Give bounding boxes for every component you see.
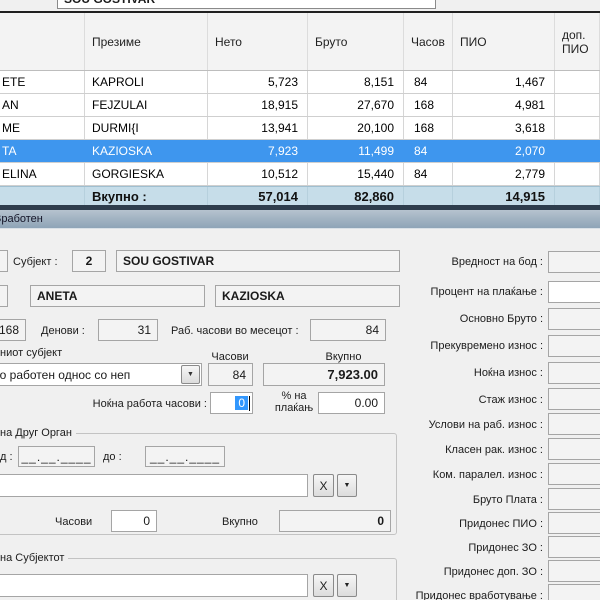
relation-combobox-value: нато во работен однос со неп: [0, 368, 180, 382]
chevron-down-icon[interactable]: ▼: [181, 365, 200, 384]
rp-label-klasen: Класен рак. износ :: [373, 444, 543, 456]
rp-field-pridones-dop-zo[interactable]: [548, 560, 600, 582]
rp-field-osnovno-bruto[interactable]: [548, 308, 600, 330]
rp-label-pridones-vrabotuvanje: Придонес вработување :: [373, 590, 543, 600]
subject-name-field[interactable]: SOU GOSTIVAR: [116, 250, 400, 272]
rp-field-procent[interactable]: [548, 281, 600, 303]
month-hours-label: Раб. часови во месецот :: [171, 325, 299, 337]
days-field[interactable]: 31: [98, 319, 158, 341]
date-from-label: д :: [0, 451, 13, 463]
relation-combobox[interactable]: нато во работен однос со неп ▼: [0, 363, 202, 386]
date-to-label: до :: [103, 451, 122, 463]
table-row-selected[interactable]: TA KAZIOSKA 7,923 11,499 84 2,070: [0, 140, 600, 163]
clear-x-button[interactable]: X: [313, 474, 334, 497]
table-row[interactable]: ETE KAPROLI 5,723 8,151 84 1,467: [0, 71, 600, 94]
rp-label-staz: Стаж износ :: [373, 394, 543, 406]
rp-field-staz[interactable]: [548, 388, 600, 410]
rp-field-nokna[interactable]: [548, 362, 600, 384]
date-from-input[interactable]: __.__.____: [18, 446, 95, 467]
payroll-app-window: субјект : SOU GOSTIVAR Презиме Нето Брут…: [0, 0, 600, 600]
rp-label-prekuvremeno: Прекувремено износ :: [373, 340, 543, 352]
rp-field-bod[interactable]: [548, 251, 600, 273]
totals-bruto: 82,860: [308, 187, 404, 206]
subject-combobox[interactable]: [0, 574, 308, 597]
rp-label-nokna: Ноќна износ :: [373, 367, 543, 379]
relation-hours-field[interactable]: 84: [208, 363, 253, 386]
rp-field-pridones-zo[interactable]: [548, 536, 600, 558]
totals-neto: 57,014: [208, 187, 308, 206]
relation-group-legend: ниот субјект: [0, 347, 62, 359]
col-header-hours[interactable]: Часов: [404, 13, 453, 70]
other-hours-input[interactable]: 0: [111, 510, 157, 532]
subject-group-legend: на Субјектот: [0, 552, 68, 564]
other-org-legend: на Друг Орган: [0, 427, 76, 439]
table-totals-row: Вкупно : 57,014 82,860 14,915: [0, 186, 600, 207]
rp-field-pridones-vrabotuvanje[interactable]: [548, 584, 600, 600]
rp-label-pridones-pio: Придонес ПИО :: [373, 518, 543, 530]
col-header-bruto[interactable]: Бруто: [308, 13, 404, 70]
text-cursor: [249, 396, 250, 411]
table-header-row: Презиме Нето Бруто Часов ПИО доп. ПИО: [0, 13, 600, 71]
rp-field-kom-paralel[interactable]: [548, 463, 600, 485]
table-row[interactable]: ME DURMI{I 13,941 20,100 168 3,618: [0, 117, 600, 140]
subject-code-field[interactable]: 2: [72, 250, 106, 272]
clipped-field-left-2[interactable]: [0, 285, 8, 307]
employee-table: Презиме Нето Бруто Часов ПИО доп. ПИО ET…: [0, 13, 600, 207]
table-row[interactable]: AN FEJZULAI 18,915 27,670 168 4,981: [0, 94, 600, 117]
pct-pay-label: % на плаќањ: [273, 390, 315, 414]
col-header-neto[interactable]: Нето: [208, 13, 308, 70]
top-subject-input[interactable]: SOU GOSTIVAR: [57, 0, 436, 9]
rp-label-osnovno-bruto: Основно Бруто :: [373, 313, 543, 325]
date-to-input[interactable]: __.__.____: [145, 446, 225, 467]
first-name-field[interactable]: ANETA: [30, 285, 205, 307]
other-hours-label: Часови: [55, 516, 92, 528]
employee-panel-titlebar: Вработен: [0, 210, 600, 229]
rp-field-klasen[interactable]: [548, 438, 600, 460]
col-header-dop-pio[interactable]: доп. ПИО: [555, 13, 600, 70]
rp-label-pridones-dop-zo: Придонес доп. ЗО :: [373, 566, 543, 578]
other-org-combobox[interactable]: [0, 474, 308, 497]
subject-label: Субјект :: [13, 256, 58, 268]
table-row[interactable]: ELINA GORGIESKA 10,512 15,440 84 2,779: [0, 163, 600, 186]
other-total-label: Вкупно: [222, 516, 258, 528]
rp-label-bruto-plata: Бруто Плата :: [373, 494, 543, 506]
clipped-field-left-1[interactable]: [0, 250, 8, 272]
rp-label-kom-paralel: Ком. паралел. износ :: [373, 469, 543, 481]
rp-label-bod: Вредност на бод :: [373, 256, 543, 268]
clear-x-button[interactable]: X: [313, 574, 334, 597]
col-header-surname[interactable]: Презиме: [85, 13, 208, 70]
hours-168-field[interactable]: 168: [0, 319, 26, 341]
employee-panel-title: Вработен: [0, 213, 43, 225]
days-label: Денови :: [41, 325, 85, 337]
rp-field-bruto-plata[interactable]: [548, 488, 600, 510]
chevron-down-icon[interactable]: ▼: [337, 574, 357, 597]
rp-label-uslovi: Услови на раб. износ :: [373, 419, 543, 431]
rp-field-uslovi[interactable]: [548, 413, 600, 435]
chevron-down-icon[interactable]: ▼: [337, 474, 357, 497]
rp-label-pridones-zo: Придонес ЗО :: [373, 542, 543, 554]
rp-field-pridones-pio[interactable]: [548, 512, 600, 534]
col-header-name[interactable]: [0, 13, 85, 70]
col-header-pio[interactable]: ПИО: [453, 13, 555, 70]
relation-total-field[interactable]: 7,923.00: [263, 363, 385, 386]
night-work-label: Ноќна работа часови :: [60, 398, 207, 410]
night-work-input[interactable]: 0: [210, 392, 253, 414]
totals-label: Вкупно :: [85, 187, 208, 206]
totals-pio: 14,915: [453, 187, 555, 206]
rp-field-prekuvremeno[interactable]: [548, 335, 600, 357]
rp-label-procent: Процент на плаќање :: [373, 286, 543, 298]
hours-column-label: Часови: [207, 351, 253, 363]
total-column-label: Вкупно: [320, 351, 367, 363]
selected-text: 0: [235, 396, 248, 410]
